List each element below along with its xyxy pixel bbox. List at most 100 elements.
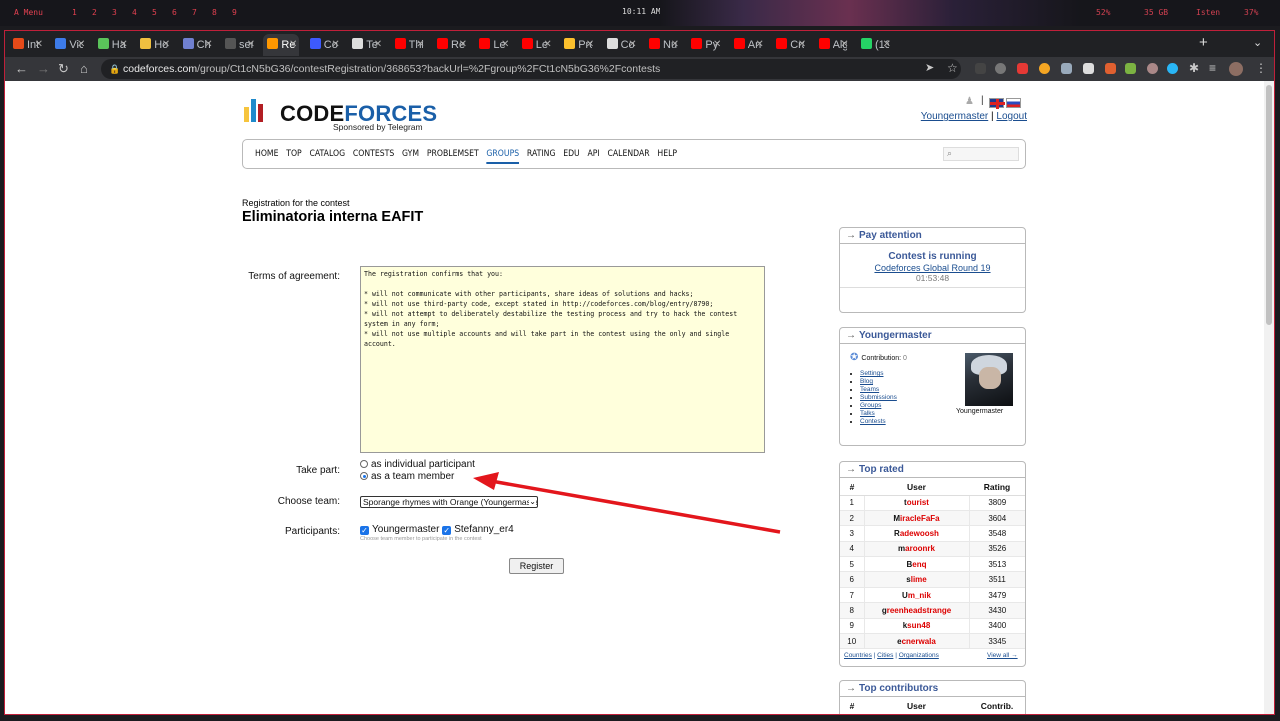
close-icon[interactable]: ✕ (543, 34, 551, 56)
close-icon[interactable]: ✕ (628, 34, 636, 56)
browser-tab[interactable]: Cra✕ (772, 34, 808, 56)
organizations-link[interactable]: Organizations (899, 652, 939, 659)
menu-item-groups[interactable]: GROUPS (486, 149, 520, 164)
close-icon[interactable]: ✕ (671, 34, 679, 56)
user-cell[interactable]: ksun48 (864, 618, 969, 635)
user-cell[interactable]: MiracleFaFa (864, 510, 969, 527)
forward-arrow-icon[interactable]: → (37, 61, 50, 76)
address-bar[interactable]: 🔒 codeforces.com/group/Ct1cN5bG36/contes… (101, 59, 961, 79)
send-icon[interactable]: ➤ (925, 61, 934, 74)
close-icon[interactable]: ✕ (798, 34, 806, 56)
user-link-blog[interactable]: Blog (860, 378, 873, 385)
close-icon[interactable]: ✕ (331, 34, 339, 56)
user-cell[interactable]: slime (864, 571, 969, 588)
countries-link[interactable]: Countries (844, 652, 872, 659)
menu-item-calendar[interactable]: CALENDAR (607, 149, 649, 159)
extension-icon[interactable] (1167, 63, 1178, 74)
close-icon[interactable]: ✕ (204, 34, 212, 56)
browser-tab[interactable]: Ho ✕ (136, 34, 172, 56)
workspace-9[interactable]: 9 (232, 8, 237, 17)
browser-tab[interactable]: Vic ✕ (51, 34, 87, 56)
register-button[interactable]: Register (509, 558, 564, 574)
page-scrollbar[interactable] (1264, 81, 1274, 714)
user-cell[interactable]: Um_nik (864, 587, 969, 604)
team-radio[interactable]: as a team member (360, 471, 454, 482)
close-icon[interactable]: ✕ (119, 34, 127, 56)
browser-tab[interactable]: Int ✕ (9, 34, 45, 56)
browser-tab[interactable]: Re ✕ (263, 34, 300, 56)
logout-link[interactable]: Logout (996, 111, 1027, 122)
new-tab-button[interactable]: + (1199, 34, 1208, 51)
close-icon[interactable]: ✕ (459, 34, 467, 56)
browser-tab[interactable]: ser ✕ (221, 34, 257, 56)
search-input[interactable]: ⌕ (943, 147, 1019, 161)
workspace-4[interactable]: 4 (132, 8, 137, 17)
workspace-7[interactable]: 7 (192, 8, 197, 17)
close-icon[interactable]: ✕ (501, 34, 509, 56)
extension-icon[interactable] (1105, 63, 1116, 74)
reload-icon[interactable]: ↻ (58, 61, 69, 77)
extension-icon[interactable] (1061, 63, 1072, 74)
browser-tab[interactable]: Ha ✕ (94, 34, 130, 56)
workspace-8[interactable]: 8 (212, 8, 217, 17)
extension-icon[interactable] (1125, 63, 1136, 74)
browser-tab[interactable]: (13 ✕ (857, 34, 893, 56)
close-icon[interactable]: ✕ (162, 34, 170, 56)
browser-tab[interactable]: Te ✕ (348, 34, 384, 56)
workspace-3[interactable]: 3 (112, 8, 117, 17)
user-cell[interactable]: maroonrk (864, 541, 969, 558)
close-icon[interactable]: ✕ (416, 34, 424, 56)
workspace-5[interactable]: 5 (152, 8, 157, 17)
user-link-teams[interactable]: Teams (860, 386, 879, 393)
puzzle-extensions-icon[interactable]: ✱ (1189, 61, 1199, 75)
browser-tab[interactable]: Nu ✕ (645, 34, 681, 56)
browser-tab[interactable]: Pro✕ (560, 34, 596, 56)
menu-item-home[interactable]: HOME (255, 149, 278, 159)
menu-item-contests[interactable]: CONTESTS (353, 149, 394, 159)
workspace-1[interactable]: 1 (72, 8, 77, 17)
extension-icon[interactable] (975, 63, 986, 74)
user-link-contests[interactable]: Contests (860, 418, 886, 425)
profile-avatar[interactable] (1229, 62, 1243, 76)
user-link-groups[interactable]: Groups (860, 402, 881, 409)
close-icon[interactable]: ✕ (35, 34, 43, 56)
scrollbar-thumb[interactable] (1266, 85, 1272, 325)
close-icon[interactable]: ✕ (374, 34, 382, 56)
terms-textarea[interactable]: The registration confirms that you: * wi… (360, 266, 765, 453)
extension-icon[interactable] (1147, 63, 1158, 74)
user-link-talks[interactable]: Talks (860, 410, 875, 417)
user-cell[interactable]: Benq (864, 556, 969, 573)
extension-icon[interactable] (995, 63, 1006, 74)
russian-flag-icon[interactable] (1006, 98, 1021, 108)
menu-item-rating[interactable]: RATING (527, 149, 556, 159)
browser-tab[interactable]: Le ✕ (518, 34, 554, 56)
browser-tab[interactable]: Re ✕ (433, 34, 469, 56)
close-icon[interactable]: ✕ (883, 34, 891, 56)
running-contest-link[interactable]: Codeforces Global Round 19 (840, 263, 1025, 273)
close-icon[interactable]: ✕ (755, 34, 763, 56)
view-all-link[interactable]: View all → (987, 652, 1018, 659)
user-cell[interactable]: greenheadstrange (864, 602, 969, 619)
bookmark-star-icon[interactable]: ☆ (947, 61, 958, 75)
user-cell[interactable]: ecnerwala (864, 633, 969, 650)
tab-search-chevron-icon[interactable]: ⌄ (1253, 36, 1262, 49)
browser-tab[interactable]: Alg ✕ (815, 34, 851, 56)
menu-item-gym[interactable]: GYM (402, 149, 419, 159)
user-link-submissions[interactable]: Submissions (860, 394, 897, 401)
close-icon[interactable]: ✕ (840, 34, 848, 56)
close-icon[interactable]: ✕ (713, 34, 721, 56)
back-arrow-icon[interactable]: ← (15, 61, 28, 76)
browser-tab[interactable]: Co ✕ (306, 34, 342, 56)
browser-tab[interactable]: Pyt✕ (687, 34, 723, 56)
menu-item-edu[interactable]: EDU (563, 149, 580, 159)
menu-item-help[interactable]: HELP (657, 149, 677, 159)
menu-item-problemset[interactable]: PROBLEMSET (427, 149, 479, 159)
browser-tab[interactable]: An ✕ (730, 34, 766, 56)
close-icon[interactable]: ✕ (247, 34, 255, 56)
workspace-2[interactable]: 2 (92, 8, 97, 17)
bell-icon[interactable]: ♟ (965, 96, 974, 107)
close-icon[interactable]: ✕ (77, 34, 85, 56)
browser-tab[interactable]: Le ✕ (475, 34, 511, 56)
user-cell[interactable]: Radewoosh (864, 525, 969, 542)
browser-tab[interactable]: Co ✕ (603, 34, 639, 56)
